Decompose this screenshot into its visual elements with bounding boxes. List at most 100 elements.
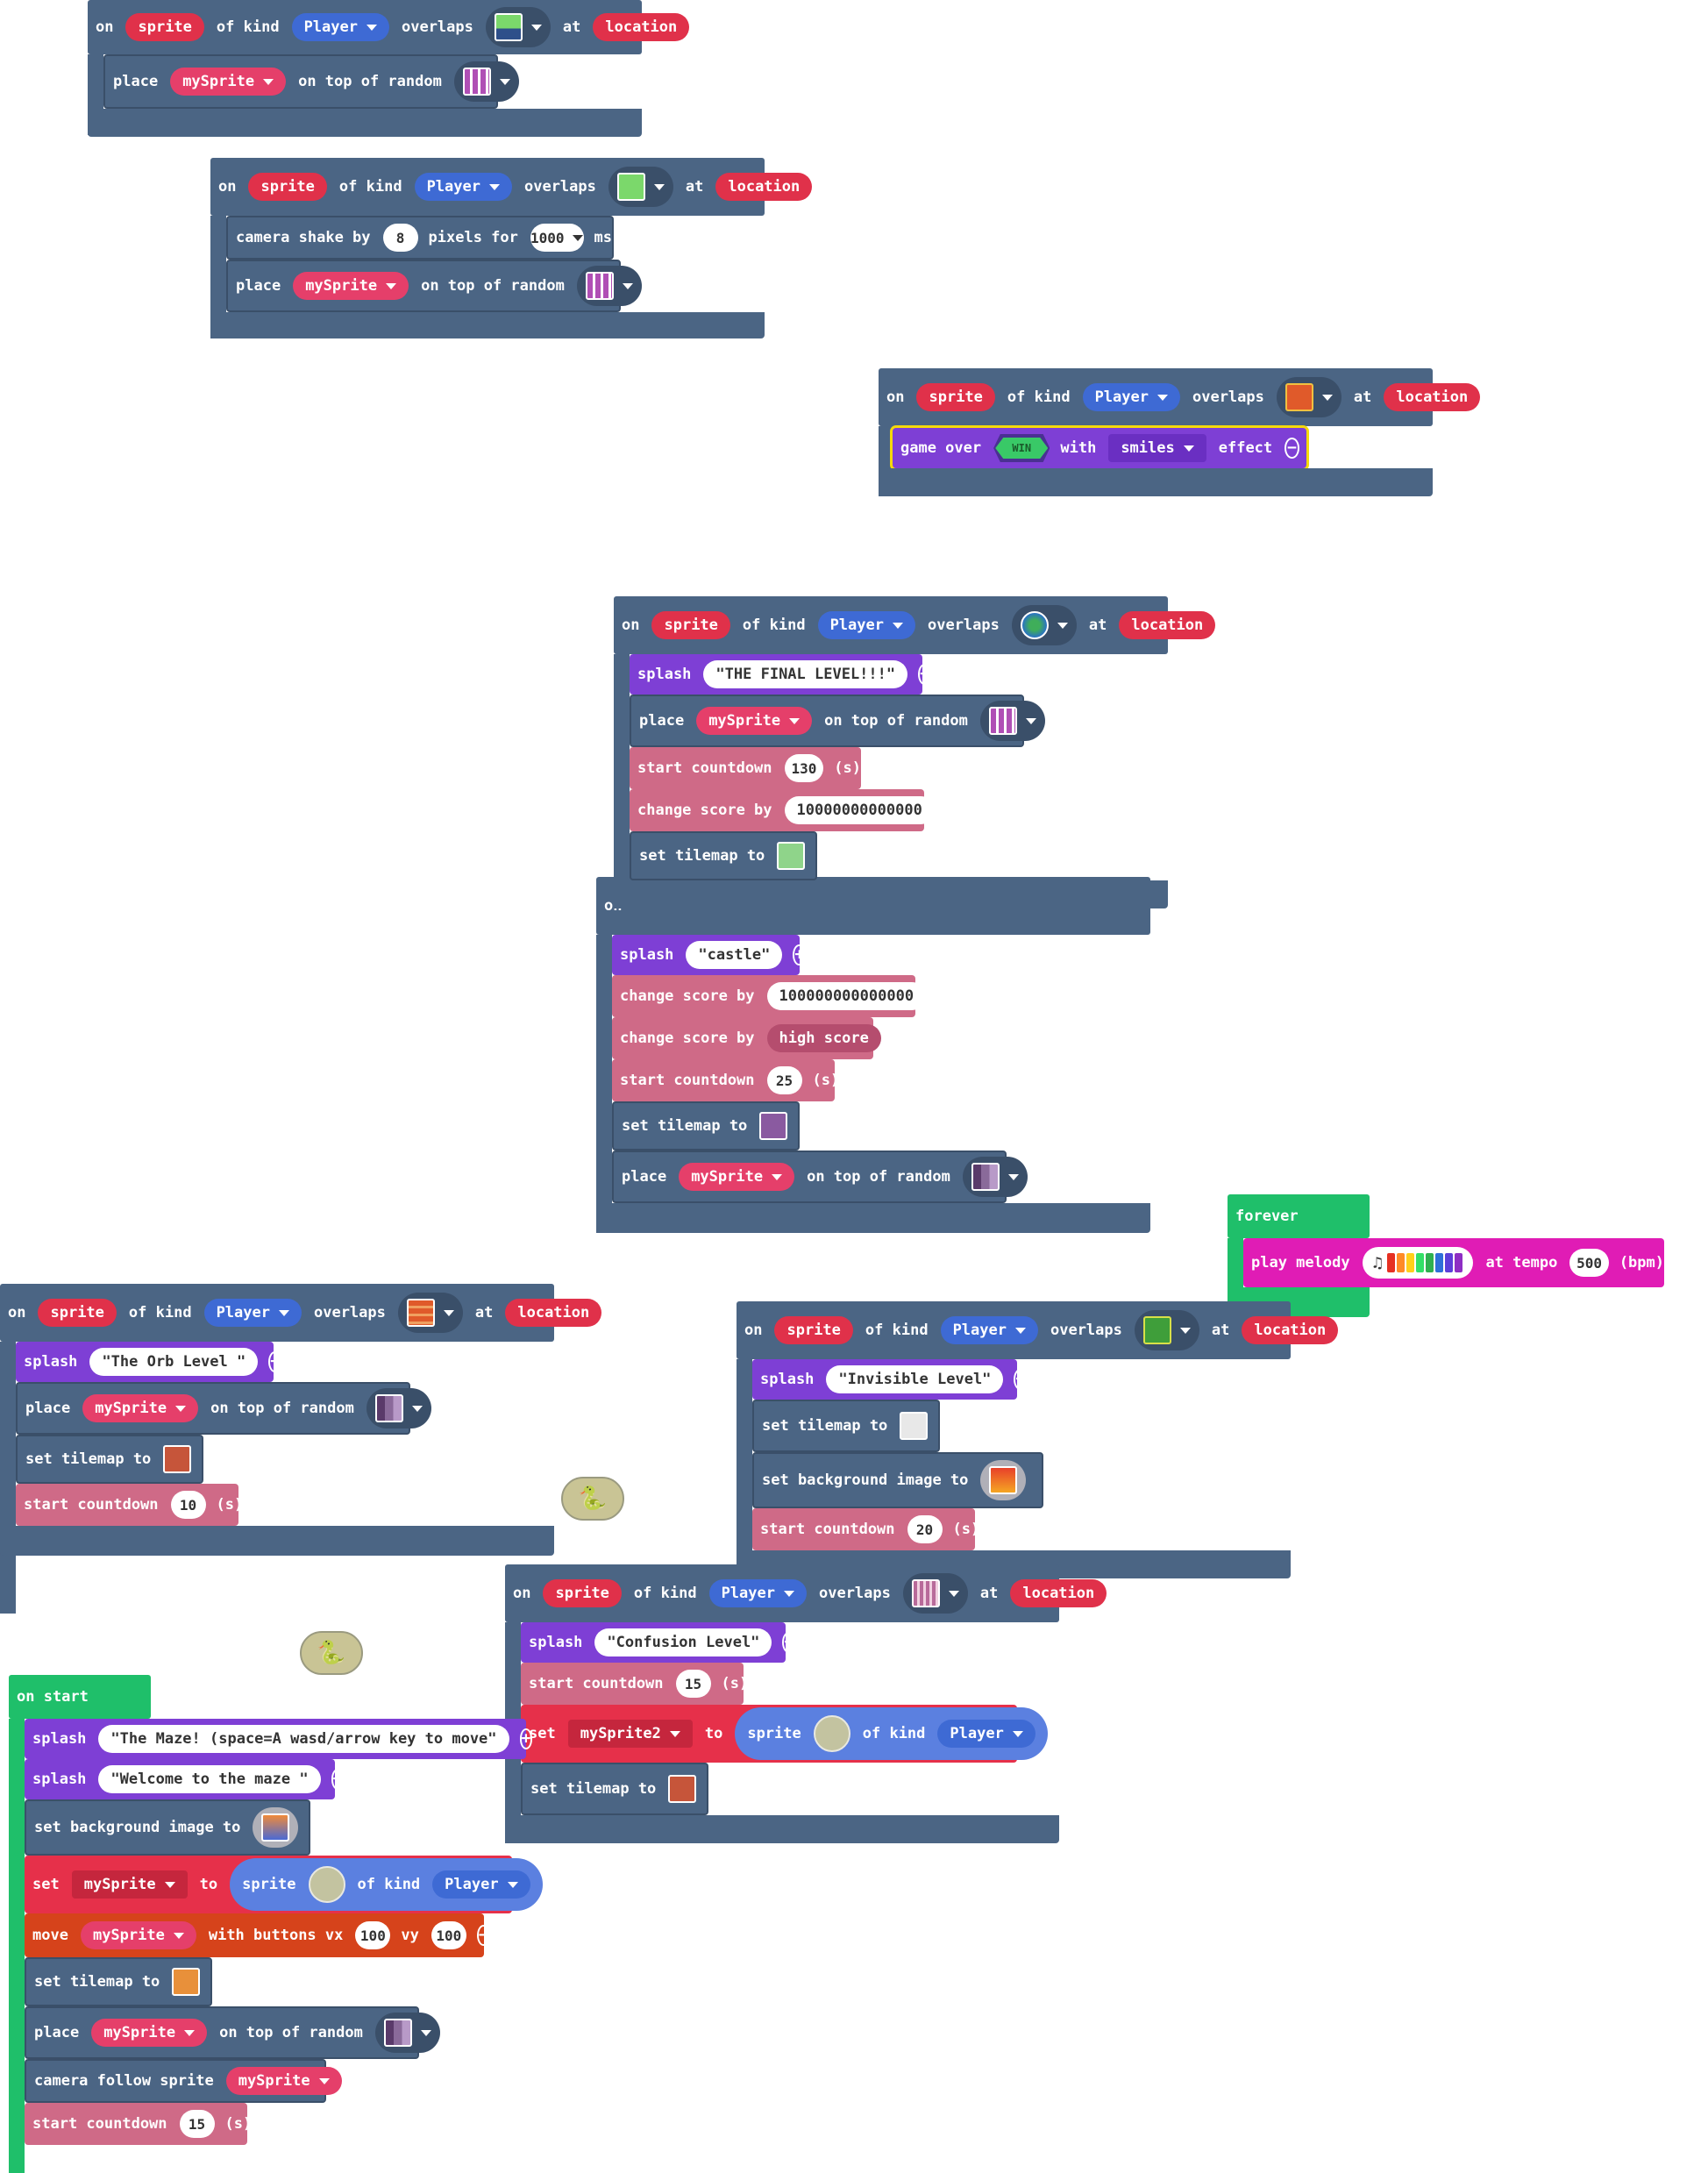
change-score-block[interactable]: change score by high score (612, 1017, 881, 1059)
start-countdown-block[interactable]: start countdown 130 (s) (630, 747, 861, 789)
countdown-input[interactable]: 15 (675, 1670, 711, 1698)
variable-dropdown[interactable]: mySprite (71, 1870, 188, 1899)
tilemap-thumbnail-icon[interactable] (668, 1775, 697, 1803)
variable-dropdown[interactable]: mySprite (679, 1163, 795, 1191)
camera-follow-block[interactable]: camera follow sprite mySprite (25, 2059, 342, 2103)
event-header[interactable]: on sprite of kind Player overlaps at loc… (505, 1564, 1107, 1622)
set-variable-block[interactable]: set mySprite to sprite of kind Player (25, 1856, 543, 1913)
score-input[interactable]: 100000000000000 (766, 982, 927, 1010)
place-block[interactable]: place mySprite on top of random (612, 1151, 1028, 1203)
game-over-block[interactable]: game over WIN with smiles effect − (893, 428, 1306, 468)
variable-dropdown[interactable]: mySprite (82, 1394, 199, 1422)
variable-dropdown[interactable]: mySprite (696, 707, 813, 735)
tempo-input[interactable]: 500 (1569, 1249, 1609, 1277)
place-block[interactable]: place mySprite on top of random (25, 2006, 440, 2059)
effect-dropdown[interactable]: smiles (1108, 434, 1206, 462)
snake-sprite-icon[interactable] (308, 1866, 345, 1903)
score-input[interactable]: 10000000000000 (784, 796, 935, 824)
splash-block[interactable]: splash "Confusion Level" + (521, 1622, 796, 1663)
win-toggle[interactable]: WIN (993, 434, 1050, 462)
plus-icon[interactable]: + (268, 1351, 282, 1372)
snake-sprite-icon[interactable] (813, 1715, 850, 1752)
vy-input[interactable]: 100 (431, 1921, 466, 1949)
kind-dropdown[interactable]: Player (708, 1579, 807, 1607)
kind-dropdown[interactable]: Player (203, 1299, 302, 1327)
tile-dropdown[interactable] (1011, 605, 1077, 645)
event-header[interactable]: on sprite of kind Player overlaps at loc… (737, 1301, 1339, 1359)
change-score-block[interactable]: change score by 10000000000000 (630, 789, 935, 831)
place-block[interactable]: place mySprite on top of random (16, 1382, 431, 1435)
variable-dropdown[interactable]: mySprite (170, 68, 287, 96)
kind-dropdown[interactable]: Player (937, 1720, 1035, 1748)
tile-dropdown[interactable] (485, 7, 551, 47)
countdown-input[interactable]: 130 (784, 754, 824, 782)
start-countdown-block[interactable]: start countdown 10 (s) (16, 1484, 243, 1526)
countdown-input[interactable]: 20 (907, 1515, 943, 1543)
plus-icon[interactable]: + (331, 1769, 345, 1790)
on-start-header[interactable]: on start (9, 1675, 151, 1719)
tilemap-thumbnail-icon[interactable] (777, 842, 806, 870)
set-tilemap-block[interactable]: set tilemap to (25, 1957, 212, 2006)
tile-dropdown[interactable] (902, 1573, 968, 1614)
tilemap-thumbnail-icon[interactable] (900, 1412, 929, 1440)
variable-dropdown[interactable]: mySprite (80, 1921, 196, 1949)
event-header[interactable]: on sprite of kind Player overlaps at loc… (614, 596, 1216, 654)
location-param[interactable]: location (505, 1299, 602, 1327)
plus-icon[interactable]: + (918, 664, 931, 685)
start-countdown-block[interactable]: start countdown 25 (s) (612, 1059, 839, 1101)
sprite-param[interactable]: sprite (651, 611, 730, 639)
start-countdown-block[interactable]: start countdown 15 (s) (25, 2103, 252, 2145)
set-tilemap-block[interactable]: set tilemap to (630, 831, 817, 880)
plus-icon[interactable]: + (1014, 1369, 1028, 1390)
variable-dropdown[interactable]: mySprite (91, 2019, 208, 2047)
floating-sprite-thumbnail[interactable]: 🐍 (561, 1477, 624, 1521)
set-tilemap-block[interactable]: set tilemap to (752, 1400, 940, 1452)
location-param[interactable]: location (715, 173, 813, 201)
variable-dropdown[interactable]: mySprite (225, 2067, 342, 2095)
move-with-buttons-block[interactable]: move mySprite with buttons vx 100 vy 100… (25, 1913, 490, 1957)
event-header[interactable]: on sprite of kind Player overlaps at loc… (88, 0, 690, 54)
set-tilemap-block[interactable]: set tilemap to (16, 1435, 203, 1484)
splash-block[interactable]: splash "Invisible Level" + (752, 1359, 1028, 1400)
splash-text-input[interactable]: "castle" (686, 941, 783, 969)
tile-dropdown[interactable] (979, 701, 1045, 741)
splash-block[interactable]: splash "The Orb Level " + (16, 1342, 282, 1382)
splash-text-input[interactable]: "THE FINAL LEVEL!!!" (703, 660, 908, 688)
place-block[interactable]: place mySprite on top of random (630, 695, 1045, 747)
change-score-block[interactable]: change score by 100000000000000 (612, 975, 927, 1017)
minus-icon[interactable]: − (476, 1925, 490, 1946)
minus-icon[interactable]: − (1285, 438, 1299, 459)
plus-icon[interactable]: + (793, 944, 807, 965)
tile-dropdown[interactable] (374, 2013, 440, 2053)
melody-editor[interactable]: ♫ (1362, 1247, 1474, 1279)
splash-block[interactable]: splash "The Maze! (space=A wasd/arrow ke… (25, 1719, 533, 1759)
splash-text-input[interactable]: "The Maze! (space=A wasd/arrow key to mo… (98, 1725, 509, 1753)
variable-dropdown[interactable]: mySprite (293, 272, 409, 300)
sprite-param[interactable]: sprite (248, 173, 327, 201)
plus-icon[interactable]: + (519, 1728, 533, 1749)
location-param[interactable]: location (1242, 1316, 1339, 1344)
event-header[interactable]: on sprite of kind Player overlaps at loc… (0, 1284, 602, 1342)
event-header[interactable]: on sprite of kind Player overlaps at loc… (210, 158, 813, 216)
splash-block[interactable]: splash "THE FINAL LEVEL!!!" + (630, 654, 931, 695)
tilemap-thumbnail-icon[interactable] (172, 1968, 201, 1996)
set-tilemap-block[interactable]: set tilemap to (521, 1763, 708, 1815)
kind-dropdown[interactable]: Player (414, 173, 512, 201)
kind-dropdown[interactable]: Player (1082, 383, 1180, 411)
location-param[interactable]: location (593, 13, 690, 41)
tile-dropdown[interactable] (1134, 1310, 1199, 1350)
tile-dropdown[interactable] (453, 61, 519, 102)
splash-block[interactable]: splash "Welcome to the maze " + (25, 1759, 345, 1799)
splash-text-input[interactable]: "Welcome to the maze " (98, 1765, 321, 1793)
tile-dropdown[interactable] (962, 1157, 1028, 1197)
camera-shake-block[interactable]: camera shake by 8 pixels for 1000 ms (226, 216, 614, 260)
kind-dropdown[interactable]: Player (432, 1870, 530, 1899)
start-countdown-block[interactable]: start countdown 20 (s) (752, 1508, 979, 1550)
sprite-param[interactable]: sprite (125, 13, 204, 41)
place-block[interactable]: place mySprite on top of random (226, 260, 642, 312)
tile-dropdown[interactable] (576, 266, 642, 306)
variable-dropdown[interactable]: mySprite2 (567, 1720, 693, 1748)
shake-amount-input[interactable]: 8 (382, 224, 418, 252)
background-image-picker[interactable] (253, 1807, 299, 1848)
event-header[interactable]: on sprite of kind Player overlaps at loc… (879, 368, 1481, 426)
